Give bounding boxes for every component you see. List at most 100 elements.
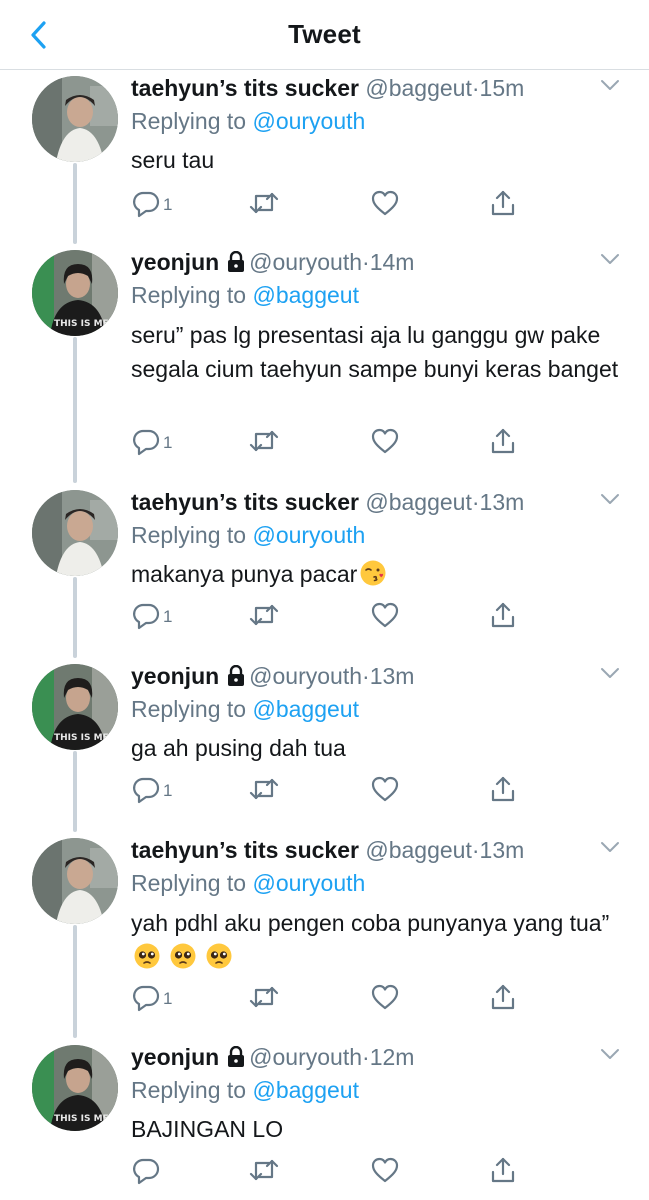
like-button[interactable]	[370, 600, 400, 630]
like-icon	[371, 190, 399, 216]
tweet-text: seru tau	[131, 147, 215, 173]
tweet[interactable]: taehyun’s tits sucker @baggeut·13m Reply…	[0, 486, 649, 646]
reply-icon	[133, 777, 160, 804]
author-name[interactable]: yeonjun	[131, 249, 219, 275]
replying-prefix: Replying to	[131, 282, 253, 308]
caret-down-icon[interactable]	[599, 1047, 621, 1061]
replying-to: Replying to @ouryouth	[131, 519, 365, 551]
author-handle[interactable]: @baggeut	[365, 489, 472, 515]
caret-down-icon[interactable]	[599, 78, 621, 92]
avatar[interactable]	[32, 490, 118, 576]
like-button[interactable]	[370, 982, 400, 1012]
author-name[interactable]: taehyun’s tits sucker	[131, 75, 359, 101]
avatar[interactable]	[32, 76, 118, 162]
reply-button[interactable]	[131, 1155, 163, 1185]
reply-icon	[133, 1158, 160, 1185]
author-name[interactable]: yeonjun	[131, 663, 219, 689]
retweet-button[interactable]	[247, 1155, 281, 1185]
tweet[interactable]: THIS IS ME yeonjun @ouryouth·12m Replying…	[0, 1041, 649, 1200]
reply-count: 1	[163, 607, 173, 626]
replying-prefix: Replying to	[131, 108, 253, 134]
retweet-button[interactable]	[247, 982, 281, 1012]
retweet-icon	[249, 430, 279, 452]
mention-link[interactable]: @ouryouth	[252, 870, 365, 896]
like-button[interactable]	[370, 426, 400, 456]
share-button[interactable]	[488, 188, 518, 218]
tweet-text: makanya punya pacar	[131, 561, 358, 587]
share-button[interactable]	[488, 774, 518, 804]
author-handle[interactable]: @ouryouth	[249, 663, 362, 689]
like-button[interactable]	[370, 1155, 400, 1185]
tweet-text: yah pdhl aku pengen coba punyanya yang t…	[131, 910, 610, 936]
avatar[interactable]: THIS IS ME	[32, 1045, 118, 1131]
caret-down-icon[interactable]	[599, 666, 621, 680]
separator-dot: ·	[471, 837, 480, 863]
mention-link[interactable]: @baggeut	[252, 282, 359, 308]
lock-icon	[228, 664, 245, 686]
tweet[interactable]: THIS IS ME yeonjun @ouryouth·14m Replying…	[0, 246, 649, 476]
retweet-button[interactable]	[247, 426, 281, 456]
author-name[interactable]: taehyun’s tits sucker	[131, 489, 359, 515]
action-bar: 1	[131, 188, 531, 218]
tweet[interactable]: THIS IS ME yeonjun @ouryouth·13m Replying…	[0, 660, 649, 820]
tweet-text: seru” pas lg presentasi aja lu ganggu gw…	[131, 322, 619, 382]
share-button[interactable]	[488, 426, 518, 456]
mention-link[interactable]: @ouryouth	[252, 522, 365, 548]
timestamp[interactable]: 12m	[370, 1044, 415, 1070]
timestamp[interactable]: 13m	[480, 489, 525, 515]
timestamp[interactable]: 15m	[480, 75, 525, 101]
author-handle[interactable]: @baggeut	[365, 75, 472, 101]
share-button[interactable]	[488, 1155, 518, 1185]
mention-link[interactable]: @ouryouth	[252, 108, 365, 134]
avatar[interactable]	[32, 838, 118, 924]
reply-button[interactable]: 1	[131, 982, 172, 1012]
reply-button[interactable]: 1	[131, 426, 172, 456]
mention-link[interactable]: @baggeut	[252, 1077, 359, 1103]
pleading-face-emoji-icon	[170, 943, 196, 969]
page-title: Tweet	[288, 19, 361, 49]
timestamp[interactable]: 13m	[480, 837, 525, 863]
share-icon	[491, 602, 515, 628]
retweet-icon	[249, 192, 279, 214]
retweet-button[interactable]	[247, 600, 281, 630]
separator-dot: ·	[362, 663, 370, 689]
retweet-icon	[249, 604, 279, 626]
action-bar: 1	[131, 600, 531, 630]
tweet[interactable]: taehyun’s tits sucker @baggeut·13m Reply…	[0, 834, 649, 1034]
caret-down-icon[interactable]	[599, 840, 621, 854]
author-name[interactable]: yeonjun	[131, 1044, 219, 1070]
like-icon	[371, 428, 399, 454]
timestamp[interactable]: 13m	[370, 663, 415, 689]
replying-to: Replying to @baggeut	[131, 693, 359, 725]
separator-dot: ·	[362, 249, 370, 275]
like-button[interactable]	[370, 188, 400, 218]
avatar[interactable]: THIS IS ME	[32, 250, 118, 336]
caret-down-icon[interactable]	[599, 252, 621, 266]
pleading-face-emoji-icon	[206, 943, 232, 969]
share-button[interactable]	[488, 982, 518, 1012]
author-handle[interactable]: @baggeut	[365, 837, 472, 863]
retweet-icon	[249, 1159, 279, 1181]
caret-down-icon[interactable]	[599, 492, 621, 506]
mention-link[interactable]: @baggeut	[252, 696, 359, 722]
author-handle[interactable]: @ouryouth	[249, 1044, 362, 1070]
retweet-button[interactable]	[247, 774, 281, 804]
reply-icon	[133, 603, 160, 630]
reply-button[interactable]: 1	[131, 774, 172, 804]
author-handle[interactable]: @ouryouth	[249, 249, 362, 275]
svg-text:THIS IS ME: THIS IS ME	[54, 733, 109, 743]
reply-button[interactable]: 1	[131, 188, 172, 218]
avatar[interactable]: THIS IS ME	[32, 664, 118, 750]
pleading-face-emoji-icon	[134, 943, 160, 969]
share-icon	[491, 428, 515, 454]
lock-icon	[228, 250, 245, 272]
tweet[interactable]: taehyun’s tits sucker @baggeut·15m Reply…	[0, 72, 649, 232]
tweet-header: taehyun’s tits sucker @baggeut·13m	[131, 834, 589, 866]
timestamp[interactable]: 14m	[370, 249, 415, 275]
tweet-header: yeonjun @ouryouth·12m	[131, 1041, 589, 1076]
author-name[interactable]: taehyun’s tits sucker	[131, 837, 359, 863]
retweet-button[interactable]	[247, 188, 281, 218]
like-button[interactable]	[370, 774, 400, 804]
reply-button[interactable]: 1	[131, 600, 172, 630]
share-button[interactable]	[488, 600, 518, 630]
